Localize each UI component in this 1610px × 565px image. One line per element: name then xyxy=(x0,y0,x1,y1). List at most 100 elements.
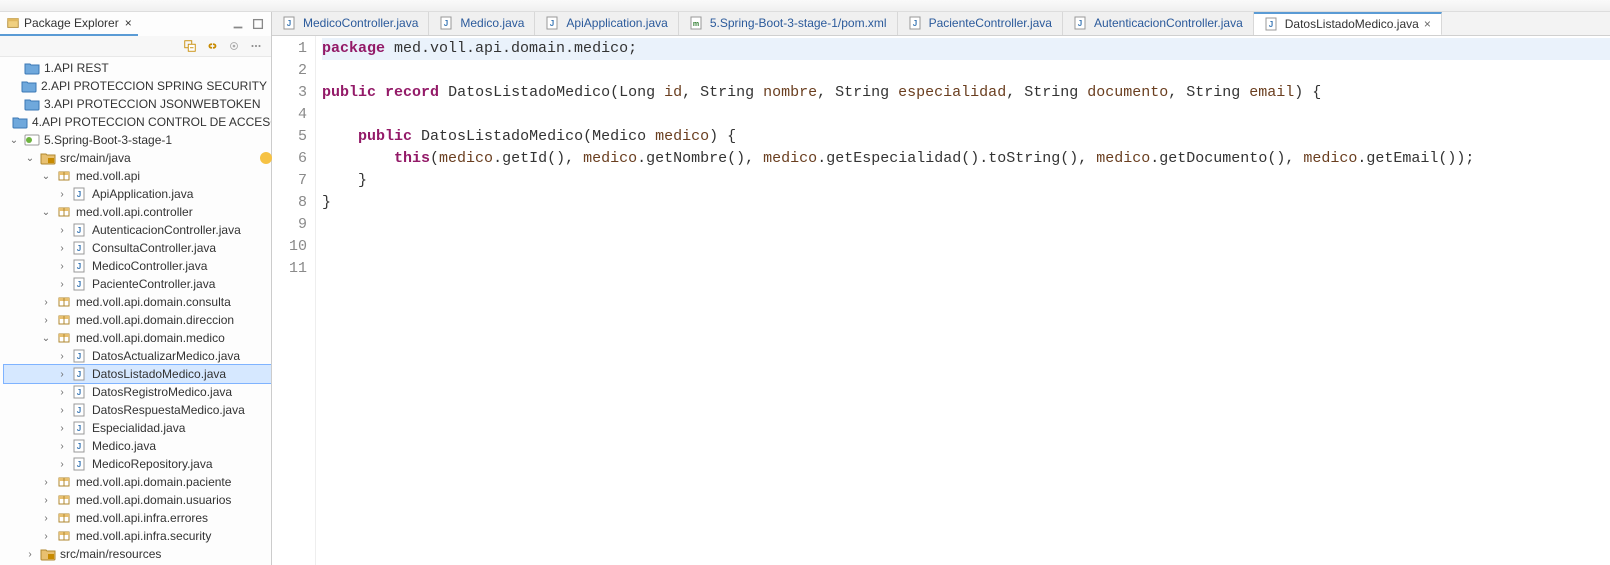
tree-node[interactable]: ⌄med.voll.api.domain.medico xyxy=(4,329,271,347)
chevron-right-icon[interactable]: › xyxy=(56,225,68,236)
editor-tab[interactable]: m5.Spring-Boot-3-stage-1/pom.xml xyxy=(679,12,898,35)
editor-tab[interactable]: JApiApplication.java xyxy=(535,12,678,35)
code-line[interactable] xyxy=(322,60,1610,82)
editor-area: JMedicoController.javaJMedico.javaJApiAp… xyxy=(272,12,1610,565)
chevron-right-icon[interactable]: › xyxy=(56,243,68,254)
tree-node[interactable]: 1.API REST xyxy=(4,59,271,77)
chevron-down-icon[interactable]: ⌄ xyxy=(40,171,52,182)
tree-node[interactable]: ›JDatosRegistroMedico.java xyxy=(4,383,271,401)
tree-node[interactable]: ›JMedico.java xyxy=(4,437,271,455)
editor-tab[interactable]: JMedicoController.java xyxy=(272,12,429,35)
tree-node[interactable]: ›med.voll.api.infra.errores xyxy=(4,509,271,527)
tree-node[interactable]: 3.API PROTECCION JSONWEBTOKEN xyxy=(4,95,271,113)
tree-node[interactable]: 2.API PROTECCION SPRING SECURITY xyxy=(4,77,271,95)
tree-node[interactable]: ›med.voll.api.domain.consulta xyxy=(4,293,271,311)
tree-node[interactable]: ›JAutenticacionController.java xyxy=(4,221,271,239)
editor-tabs: JMedicoController.javaJMedico.javaJApiAp… xyxy=(272,12,1610,36)
tree-node[interactable]: ›JDatosRespuestaMedico.java xyxy=(4,401,271,419)
chevron-right-icon[interactable]: › xyxy=(40,297,52,308)
chevron-right-icon[interactable]: › xyxy=(56,387,68,398)
code-line[interactable] xyxy=(322,236,1610,258)
minimize-icon[interactable] xyxy=(231,17,245,31)
chevron-right-icon[interactable]: › xyxy=(56,459,68,470)
tree-node[interactable]: ›JDatosListadoMedico.java xyxy=(4,365,271,383)
code-line[interactable]: } xyxy=(322,170,1610,192)
java-icon: J xyxy=(72,241,88,255)
code-content[interactable]: package med.voll.api.domain.medico; publ… xyxy=(316,36,1610,565)
code-line[interactable]: public record DatosListadoMedico(Long id… xyxy=(322,82,1610,104)
tree-node-label: MedicoRepository.java xyxy=(92,457,213,471)
chevron-right-icon[interactable]: › xyxy=(56,423,68,434)
code-line[interactable] xyxy=(322,104,1610,126)
code-line[interactable]: this(medico.getId(), medico.getNombre(),… xyxy=(322,148,1610,170)
chevron-right-icon[interactable]: › xyxy=(40,315,52,326)
chevron-right-icon[interactable]: › xyxy=(56,351,68,362)
java-icon: J xyxy=(72,385,88,399)
editor-tab-label: 5.Spring-Boot-3-stage-1/pom.xml xyxy=(710,16,887,30)
line-number: 7 xyxy=(272,170,307,192)
package-icon xyxy=(56,475,72,489)
chevron-right-icon[interactable]: › xyxy=(56,189,68,200)
tree-node[interactable]: ›med.voll.api.domain.direccion xyxy=(4,311,271,329)
chevron-right-icon[interactable]: › xyxy=(24,549,36,560)
editor-tab[interactable]: JMedico.java xyxy=(429,12,535,35)
editor-tab[interactable]: JDatosListadoMedico.java× xyxy=(1254,12,1442,36)
token-ident: medico xyxy=(439,150,493,167)
code-line[interactable] xyxy=(322,258,1610,280)
svg-text:J: J xyxy=(77,352,81,361)
chevron-right-icon[interactable]: › xyxy=(56,405,68,416)
tree-node[interactable]: ⌄src/main/java xyxy=(4,149,271,167)
tree-node[interactable]: ›JMedicoController.java xyxy=(4,257,271,275)
token-plain xyxy=(376,84,385,101)
token-plain: (), xyxy=(727,150,763,167)
code-line[interactable]: package med.voll.api.domain.medico; xyxy=(322,38,1610,60)
editor-tab[interactable]: JPacienteController.java xyxy=(898,12,1063,35)
maximize-icon[interactable] xyxy=(251,17,265,31)
chevron-right-icon[interactable]: › xyxy=(56,441,68,452)
tree-node[interactable]: ›med.voll.api.domain.usuarios xyxy=(4,491,271,509)
chevron-right-icon[interactable]: › xyxy=(40,477,52,488)
tree-node[interactable]: ⌄ med.voll.api.controller xyxy=(4,203,271,221)
tree-node[interactable]: ›med.voll.api.infra.security xyxy=(4,527,271,545)
tree-node[interactable]: ⌄med.voll.api xyxy=(4,167,271,185)
close-icon[interactable]: × xyxy=(125,16,132,30)
tree-node[interactable]: 4.API PROTECCION CONTROL DE ACCESO xyxy=(4,113,271,131)
chevron-right-icon[interactable]: › xyxy=(40,531,52,542)
tree-node[interactable]: ›JDatosActualizarMedico.java xyxy=(4,347,271,365)
code-editor[interactable]: 1234567891011 package med.voll.api.domai… xyxy=(272,36,1610,565)
package-icon xyxy=(56,205,72,219)
code-line[interactable]: } xyxy=(322,192,1610,214)
tree-node[interactable]: ›JMedicoRepository.java xyxy=(4,455,271,473)
tree-node[interactable]: ›med.voll.api.domain.paciente xyxy=(4,473,271,491)
code-line[interactable] xyxy=(322,214,1610,236)
collapse-all-icon[interactable] xyxy=(183,39,197,53)
project-tree[interactable]: 1.API REST2.API PROTECCION SPRING SECURI… xyxy=(0,57,271,565)
chevron-down-icon[interactable]: ⌄ xyxy=(8,135,20,146)
close-icon[interactable]: × xyxy=(1424,17,1431,31)
tree-node[interactable]: ›JApiApplication.java xyxy=(4,185,271,203)
focus-icon[interactable] xyxy=(227,39,241,53)
tree-node[interactable]: ›JPacienteController.java xyxy=(4,275,271,293)
editor-tab[interactable]: JAutenticacionController.java xyxy=(1063,12,1254,35)
chevron-down-icon[interactable]: ⌄ xyxy=(40,207,52,218)
chevron-right-icon[interactable]: › xyxy=(56,369,68,380)
view-menu-icon[interactable] xyxy=(249,39,263,53)
token-pkg: med.voll.api.domain.medico xyxy=(394,40,628,57)
tree-node-label: med.voll.api.controller xyxy=(76,205,193,219)
tree-node[interactable]: ›JEspecialidad.java xyxy=(4,419,271,437)
token-plain: , String xyxy=(682,84,763,101)
chevron-right-icon[interactable]: › xyxy=(40,495,52,506)
chevron-right-icon[interactable]: › xyxy=(40,513,52,524)
svg-text:J: J xyxy=(77,262,81,271)
package-explorer-tab[interactable]: Package Explorer × xyxy=(0,12,138,36)
code-line[interactable]: public DatosListadoMedico(Medico medico)… xyxy=(322,126,1610,148)
chevron-down-icon[interactable]: ⌄ xyxy=(24,153,36,164)
chevron-down-icon[interactable]: ⌄ xyxy=(40,333,52,344)
link-with-editor-icon[interactable] xyxy=(205,39,219,53)
chevron-right-icon[interactable]: › xyxy=(56,261,68,272)
tree-node[interactable]: ›JConsultaController.java xyxy=(4,239,271,257)
tree-node[interactable]: ›src/main/resources xyxy=(4,545,271,563)
chevron-right-icon[interactable]: › xyxy=(56,279,68,290)
tree-node[interactable]: ⌄5.Spring-Boot-3-stage-1 xyxy=(4,131,271,149)
line-number: 4 xyxy=(272,104,307,126)
